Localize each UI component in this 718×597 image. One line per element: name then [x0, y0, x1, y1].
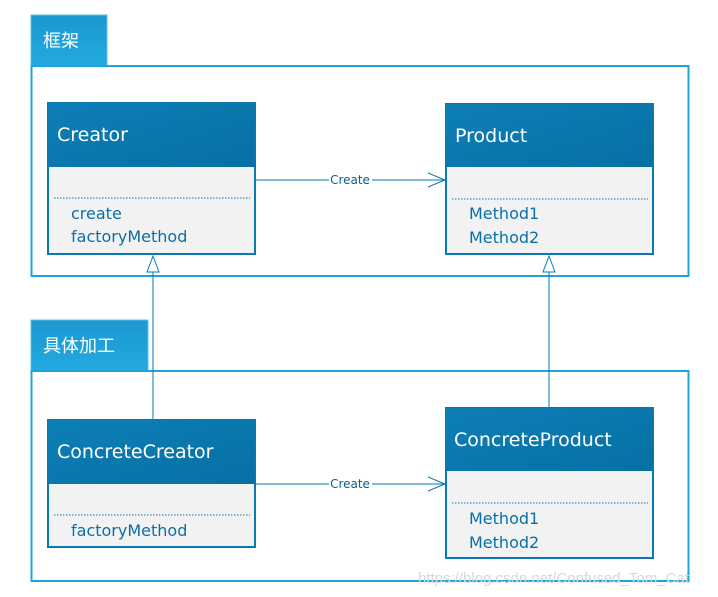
class-name: Creator	[57, 124, 128, 146]
class-creator[interactable]: Creator create factoryMethod	[47, 102, 256, 255]
generalization-product	[542, 254, 556, 408]
class-name: ConcreteCreator	[57, 441, 214, 463]
method: Method1	[469, 204, 539, 223]
method: Method2	[469, 533, 539, 552]
watermark: https://blog.csdn.net/Confused_Tom_Cat	[418, 570, 690, 587]
association-label: Create	[330, 173, 370, 187]
association-create-bottom: Create	[255, 476, 447, 492]
method: Method2	[469, 228, 539, 247]
uml-class-diagram: 框架 具体加工 Creator create factoryMethod Pro…	[30, 14, 690, 587]
generalization-creator	[146, 254, 160, 420]
association-label: Create	[330, 477, 370, 491]
class-name: ConcreteProduct	[454, 429, 612, 451]
class-concrete-creator[interactable]: ConcreteCreator factoryMethod	[47, 419, 256, 548]
package-name: 框架	[43, 31, 79, 52]
class-product[interactable]: Product Method1 Method2	[445, 103, 654, 255]
hollow-triangle-icon	[542, 254, 556, 273]
method: create	[71, 204, 122, 223]
method: factoryMethod	[71, 227, 187, 246]
class-name: Product	[455, 125, 527, 147]
hollow-triangle-icon	[146, 254, 160, 273]
package-name: 具体加工	[43, 336, 115, 357]
method: factoryMethod	[71, 521, 187, 540]
association-create-top: Create	[255, 172, 447, 188]
method: Method1	[469, 509, 539, 528]
class-concrete-product[interactable]: ConcreteProduct Method1 Method2	[445, 407, 654, 559]
